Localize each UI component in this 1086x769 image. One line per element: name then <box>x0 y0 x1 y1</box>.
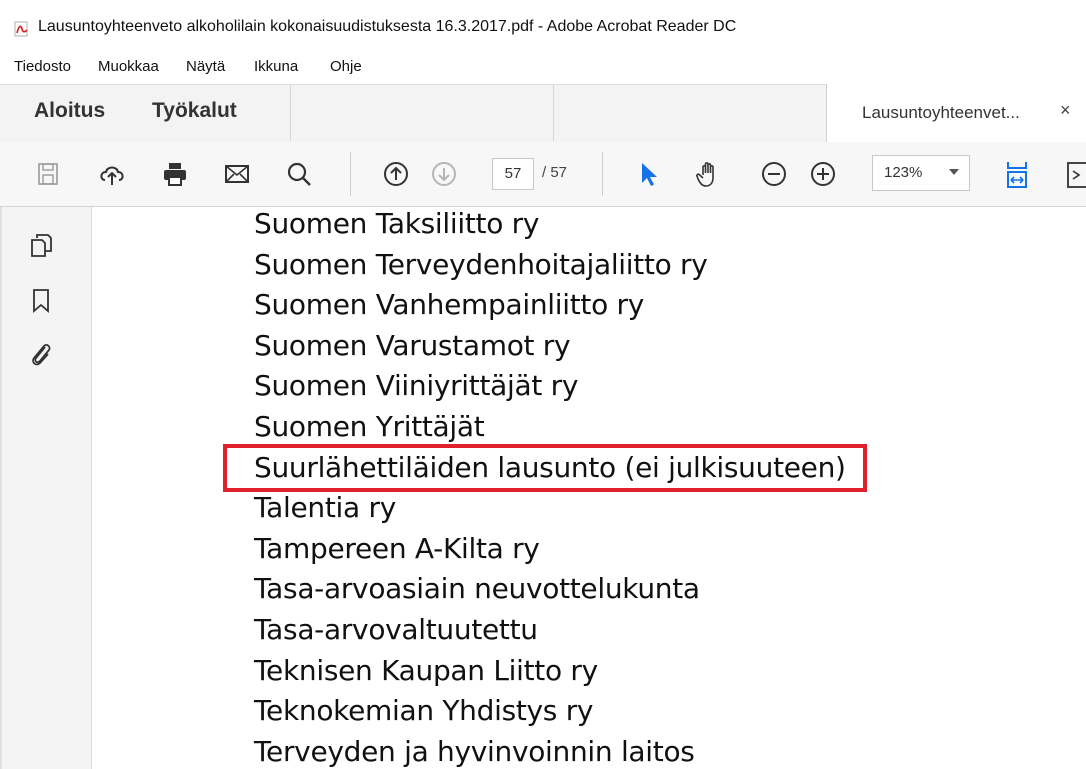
page-thumbnails-icon[interactable] <box>28 232 54 258</box>
list-item: Suomen Vanhempainliitto ry <box>254 288 644 321</box>
window-title: Lausuntoyhteenveto alkoholilain kokonais… <box>38 18 737 35</box>
tab-home[interactable]: Aloitus <box>34 99 105 123</box>
chevron-down-icon[interactable] <box>949 169 959 175</box>
list-item: Suomen Yrittäjät <box>254 410 485 443</box>
print-icon[interactable] <box>160 159 190 189</box>
email-icon[interactable] <box>222 159 252 189</box>
list-item: Talentia ry <box>254 491 396 524</box>
list-item: Suomen Taksiliitto ry <box>254 207 540 240</box>
list-item: Tasa-arvoasiain neuvottelukunta <box>254 572 700 605</box>
paperclip-icon[interactable] <box>28 341 54 367</box>
upload-cloud-icon[interactable] <box>97 159 127 189</box>
hand-tool-icon[interactable] <box>694 159 724 189</box>
tab-tools[interactable]: Työkalut <box>152 99 237 123</box>
toolbar-divider <box>602 152 603 196</box>
list-item: Tasa-arvovaltuutettu <box>254 613 538 646</box>
tab-divider <box>290 85 291 141</box>
menu-nayta[interactable]: Näytä <box>186 58 225 75</box>
menu-bar <box>0 52 1086 84</box>
tab-divider <box>553 85 554 141</box>
save-icon[interactable] <box>33 159 63 189</box>
list-item: Teknokemian Yhdistys ry <box>254 694 594 727</box>
menu-muokkaa[interactable]: Muokkaa <box>98 58 159 75</box>
close-tab-button[interactable]: × <box>1060 100 1071 121</box>
pane-edge <box>0 207 2 769</box>
expand-icon[interactable] <box>1064 159 1086 189</box>
menu-ohje[interactable]: Ohje <box>330 58 362 75</box>
bookmark-icon[interactable] <box>28 287 54 313</box>
list-item: Terveyden ja hyvinvoinnin laitos <box>254 735 695 768</box>
previous-page-icon[interactable] <box>381 159 411 189</box>
next-page-icon[interactable] <box>429 159 459 189</box>
list-item: Suomen Varustamot ry <box>254 329 571 362</box>
zoom-value: 123% <box>884 164 923 181</box>
list-item: Teknisen Kaupan Liitto ry <box>254 654 598 687</box>
list-item: Suomen Terveydenhoitajaliitto ry <box>254 248 708 281</box>
menu-ikkuna[interactable]: Ikkuna <box>254 58 298 75</box>
highlight-box <box>223 444 867 492</box>
zoom-in-icon[interactable] <box>808 159 838 189</box>
fit-width-icon[interactable] <box>1002 159 1032 189</box>
toolbar-divider <box>350 152 351 196</box>
page-number-input[interactable]: 57 <box>492 158 534 190</box>
tab-document-label[interactable]: Lausuntoyhteenvet... <box>862 103 1020 123</box>
search-icon[interactable] <box>284 159 314 189</box>
menu-tiedosto[interactable]: Tiedosto <box>14 58 71 75</box>
list-item: Suomen Viiniyrittäjät ry <box>254 369 579 402</box>
zoom-out-icon[interactable] <box>759 159 789 189</box>
pdf-file-icon <box>14 21 28 37</box>
page-total: / 57 <box>542 164 568 181</box>
select-cursor-icon[interactable] <box>634 159 664 189</box>
list-item: Tampereen A-Kilta ry <box>254 532 540 565</box>
